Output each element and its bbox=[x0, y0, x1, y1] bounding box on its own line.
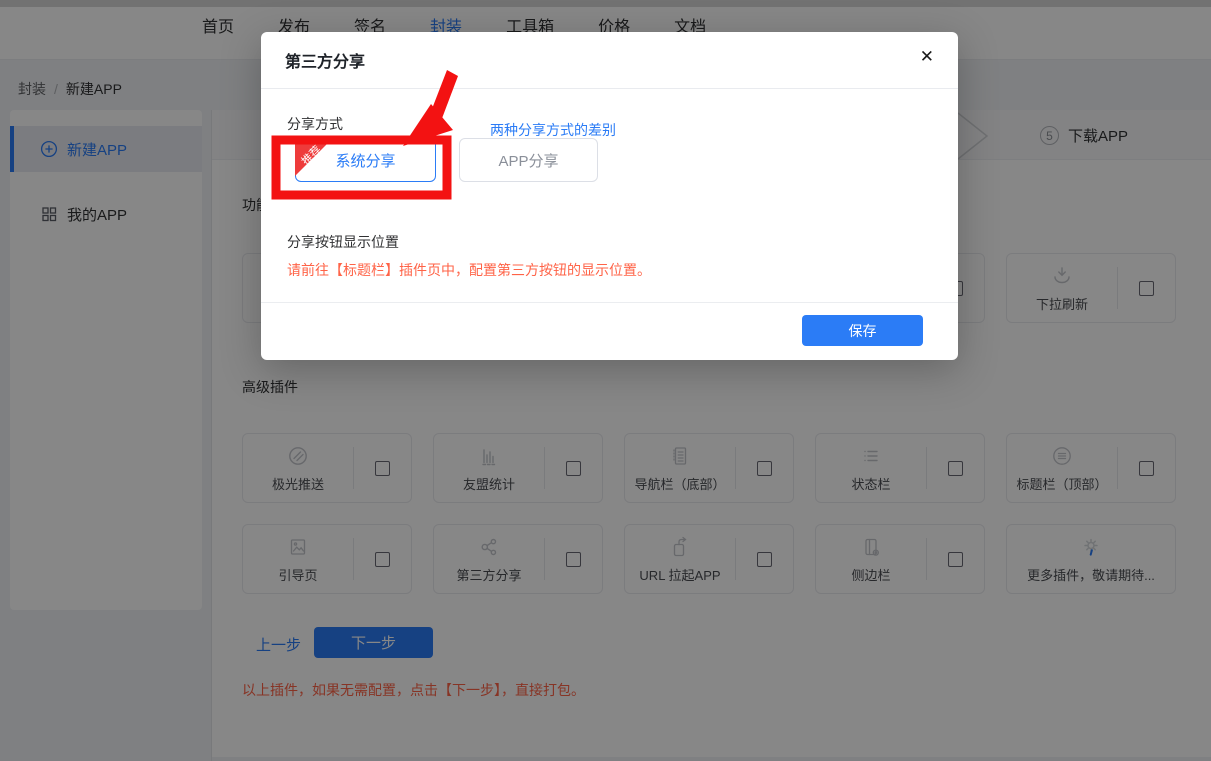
system-share-option[interactable]: 推荐 系统分享 bbox=[295, 138, 436, 182]
share-method-label: 分享方式 bbox=[287, 114, 343, 134]
modal-footer-divider bbox=[261, 302, 958, 303]
close-icon[interactable]: ✕ bbox=[920, 47, 934, 67]
app-share-option[interactable]: APP分享 bbox=[459, 138, 598, 182]
save-button[interactable]: 保存 bbox=[802, 315, 923, 346]
modal-title: 第三方分享 bbox=[285, 48, 365, 72]
option-label: APP分享 bbox=[498, 150, 558, 171]
page: 首页 发布 签名 封装 工具箱 价格 文档 封装/新建APP 新建APP 我的A… bbox=[0, 0, 1211, 761]
button-position-note: 请前往【标题栏】插件页中，配置第三方按钮的显示位置。 bbox=[287, 260, 651, 280]
difference-link[interactable]: 两种分享方式的差别 bbox=[490, 120, 616, 140]
recommend-ribbon: 推荐 bbox=[295, 138, 333, 176]
third-party-share-modal: 第三方分享 ✕ 分享方式 两种分享方式的差别 推荐 系统分享 APP分享 分享按… bbox=[261, 32, 958, 360]
button-position-label: 分享按钮显示位置 bbox=[287, 232, 399, 252]
option-label: 系统分享 bbox=[335, 150, 395, 171]
modal-header-divider bbox=[261, 88, 958, 89]
